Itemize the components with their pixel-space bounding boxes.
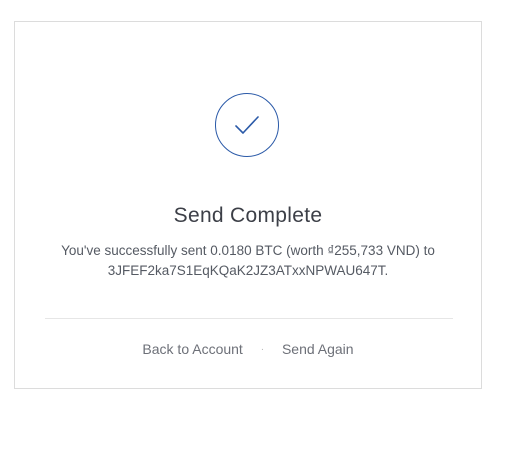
checkmark-icon (235, 116, 259, 134)
send-complete-card: Send Complete You've successfully sent 0… (14, 21, 482, 389)
success-message: You've successfully sent 0.0180 BTC (wor… (35, 241, 461, 281)
send-again-link[interactable]: Send Again (282, 341, 354, 357)
checkmark-circle-icon (215, 93, 279, 157)
success-message-line-1: You've successfully sent 0.0180 BTC (wor… (61, 243, 435, 258)
dialog-title: Send Complete (173, 204, 323, 227)
action-links: Back to Account · Send Again (15, 341, 481, 357)
destination-address: 3JFEF2ka7S1EqKQaK2JZ3ATxxNPWAU647T. (107, 263, 389, 278)
back-to-account-link[interactable]: Back to Account (142, 341, 242, 357)
divider (45, 318, 453, 319)
action-separator: · (260, 344, 265, 355)
